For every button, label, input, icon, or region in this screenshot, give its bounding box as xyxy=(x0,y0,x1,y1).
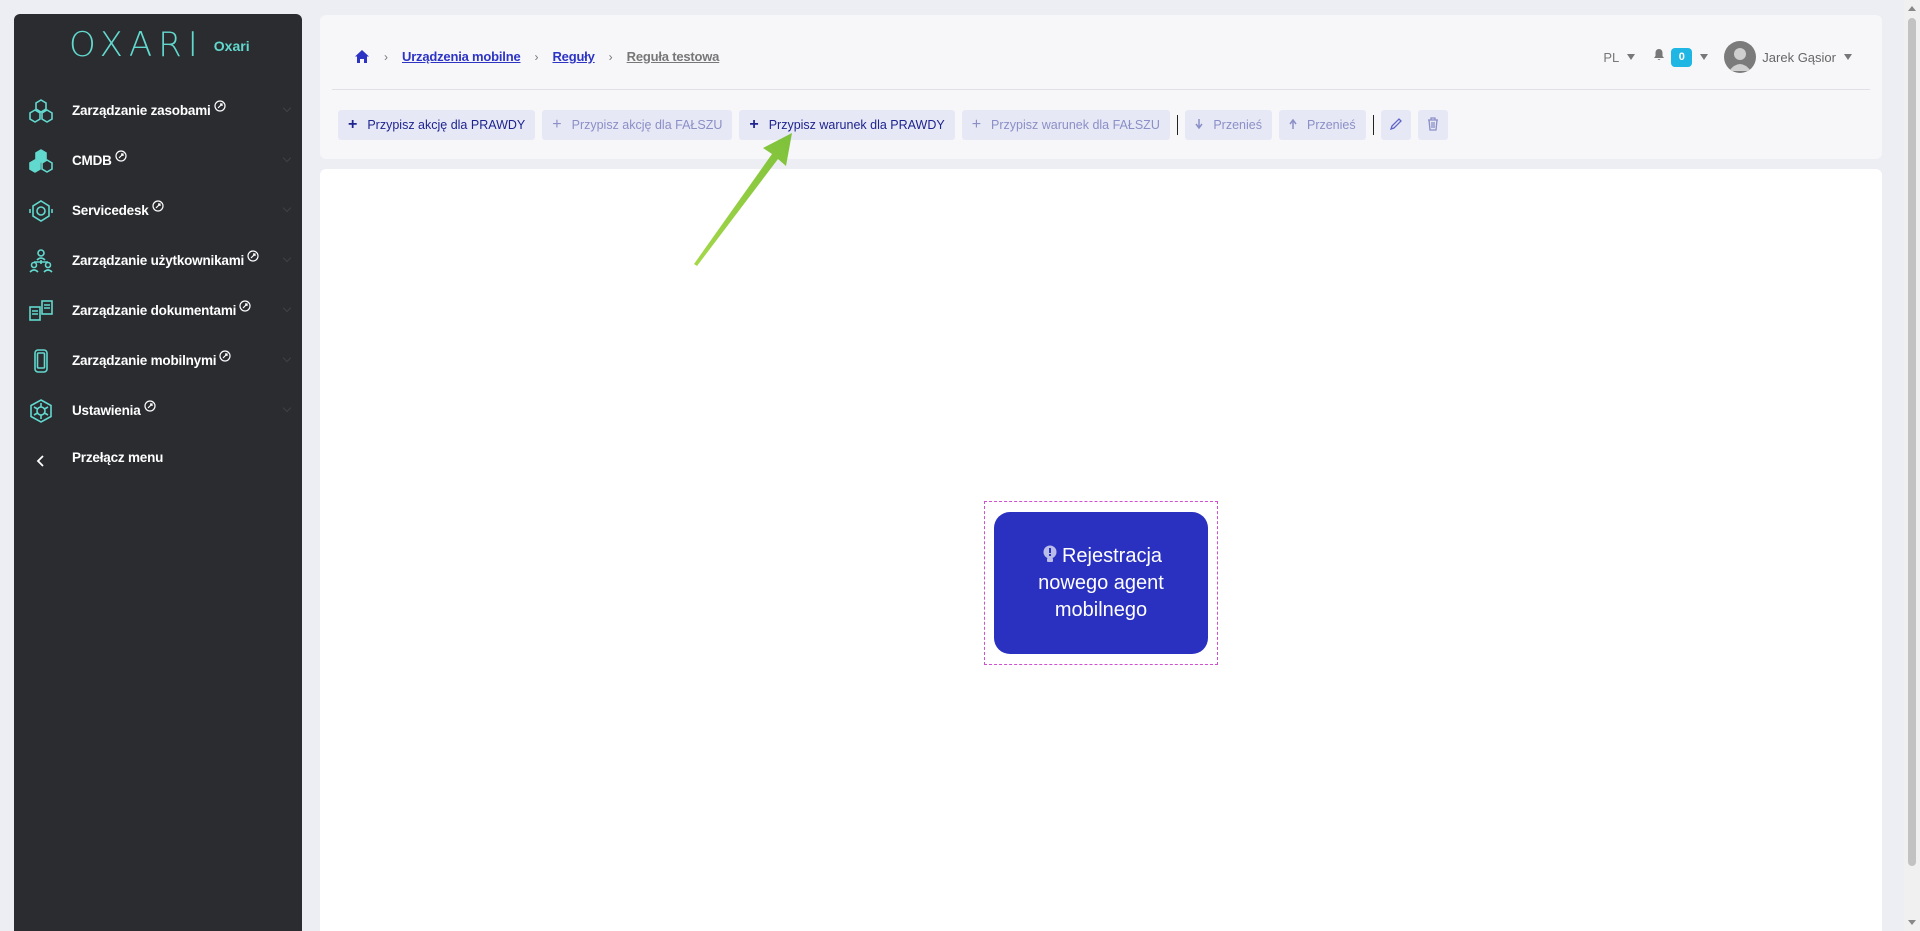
arrow-up-icon xyxy=(1289,118,1297,132)
pencil-icon xyxy=(1389,117,1403,134)
toggle-menu-button[interactable]: Przełącz menu xyxy=(14,436,302,486)
sidebar-item-cmdb[interactable]: CMDB xyxy=(14,136,302,186)
sidebar-item-label: CMDB xyxy=(72,150,127,168)
chevron-down-icon xyxy=(282,153,292,163)
chevron-right-icon: › xyxy=(534,49,539,64)
servicedesk-icon xyxy=(26,196,56,226)
bell-icon xyxy=(1653,48,1665,66)
settings-icon xyxy=(26,396,56,426)
scroll-up-icon[interactable] xyxy=(1908,6,1916,11)
sync-icon xyxy=(115,150,127,165)
toolbar: + Przypisz akcję dla PRAWDY + Przypisz a… xyxy=(338,110,1455,140)
sync-icon xyxy=(213,100,226,115)
logo-mark: OXARI xyxy=(69,25,204,65)
move-down-button[interactable]: Przenieś xyxy=(1185,110,1272,140)
avatar[interactable] xyxy=(1724,41,1757,73)
header-card: › Urządzenia mobilne › Reguły › Reguła t… xyxy=(320,15,1882,159)
language-label: PL xyxy=(1603,49,1620,65)
chevron-down-icon xyxy=(282,353,292,363)
breadcrumb-link-rules[interactable]: Reguły xyxy=(552,49,594,64)
sidebar-item-settings[interactable]: Ustawienia xyxy=(14,386,302,436)
chevron-down-icon xyxy=(282,303,292,313)
sidebar: OXARI Oxari Zarządzanie zasobami CMDB Se… xyxy=(14,14,302,931)
move-up-button[interactable]: Przenieś xyxy=(1278,110,1366,140)
rule-node-text: Rejestracja nowego agent mobilnego xyxy=(1038,544,1164,621)
page-scrollbar[interactable] xyxy=(1904,0,1920,931)
plus-icon: + xyxy=(749,116,759,133)
assets-icon xyxy=(26,96,56,126)
sidebar-item-label: Zarządzanie użytkownikami xyxy=(72,250,259,268)
toggle-menu-label: Przełącz menu xyxy=(72,449,164,465)
breadcrumb-current[interactable]: Reguła testowa xyxy=(627,49,720,64)
sidebar-nav: Zarządzanie zasobami CMDB Servicedesk Za… xyxy=(14,86,302,486)
language-selector[interactable]: PL xyxy=(1603,49,1636,65)
sidebar-item-assets[interactable]: Zarządzanie zasobami xyxy=(14,86,302,136)
assign-condition-false-button[interactable]: + Przypisz warunek dla FAŁSZU xyxy=(961,110,1170,140)
documents-icon xyxy=(26,296,56,326)
chevron-right-icon: › xyxy=(608,49,613,64)
sidebar-item-label: Ustawienia xyxy=(72,400,156,418)
sync-icon xyxy=(152,200,164,215)
topbar-right: PL 0 Jarek Gąsior xyxy=(1603,41,1852,73)
breadcrumb: › Urządzenia mobilne › Reguły › Reguła t… xyxy=(354,49,719,64)
sidebar-item-label: Zarządzanie mobilnymi xyxy=(72,350,231,368)
toolbar-separator xyxy=(1372,115,1375,135)
breadcrumb-link-mobile-devices[interactable]: Urządzenia mobilne xyxy=(402,49,521,64)
sidebar-item-label: Zarządzanie dokumentami xyxy=(72,300,251,318)
caret-down-icon xyxy=(1700,54,1709,60)
notifications-dropdown[interactable]: 0 xyxy=(1653,47,1709,67)
trash-icon xyxy=(1427,116,1439,134)
delete-button[interactable] xyxy=(1418,110,1449,140)
arrow-down-icon xyxy=(1195,118,1203,132)
sidebar-item-label: Zarządzanie zasobami xyxy=(72,100,226,118)
toolbar-separator xyxy=(1176,115,1179,135)
logo[interactable]: OXARI Oxari xyxy=(69,28,250,62)
user-menu-caret-icon[interactable] xyxy=(1844,54,1852,60)
edit-button[interactable] xyxy=(1381,110,1412,140)
sidebar-item-mobile[interactable]: Zarządzanie mobilnymi xyxy=(14,336,302,386)
sync-icon xyxy=(143,400,156,415)
scroll-down-icon[interactable] xyxy=(1908,920,1916,925)
home-icon[interactable] xyxy=(354,49,370,64)
sidebar-item-documents[interactable]: Zarządzanie dokumentami xyxy=(14,286,302,336)
chevron-down-icon xyxy=(282,203,292,213)
rule-node-selection-frame: Rejestracja nowego agent mobilnego xyxy=(984,501,1218,665)
lightbulb-icon xyxy=(1040,545,1062,567)
sidebar-item-users[interactable]: Zarządzanie użytkownikami xyxy=(14,236,302,286)
assign-action-false-button[interactable]: + Przypisz akcję dla FAŁSZU xyxy=(542,110,733,140)
users-icon xyxy=(26,246,56,276)
sync-icon xyxy=(239,300,251,315)
chevron-down-icon xyxy=(282,103,292,113)
plus-icon: + xyxy=(348,116,358,133)
rule-canvas: Rejestracja nowego agent mobilnego xyxy=(320,169,1882,931)
caret-down-icon xyxy=(1627,54,1636,60)
chevron-down-icon xyxy=(282,253,292,263)
user-name[interactable]: Jarek Gąsior xyxy=(1762,50,1836,65)
plus-icon: + xyxy=(971,116,982,133)
plus-icon: + xyxy=(552,116,562,133)
assign-action-true-button[interactable]: + Przypisz akcję dla PRAWDY xyxy=(338,110,536,140)
header-divider xyxy=(332,89,1870,90)
chevron-down-icon xyxy=(282,403,292,413)
chevron-right-icon: › xyxy=(384,49,388,64)
scroll-thumb[interactable] xyxy=(1908,18,1916,866)
mobile-icon xyxy=(26,346,56,376)
sidebar-item-label: Servicedesk xyxy=(72,200,164,218)
logo-name: Oxari xyxy=(213,38,250,54)
sync-icon xyxy=(247,250,259,265)
cmdb-icon xyxy=(26,146,56,176)
chevron-left-icon xyxy=(26,446,56,476)
assign-condition-true-button[interactable]: + Przypisz warunek dla PRAWDY xyxy=(739,110,955,140)
sync-icon xyxy=(219,350,231,365)
sidebar-item-servicedesk[interactable]: Servicedesk xyxy=(14,186,302,236)
notification-count-badge: 0 xyxy=(1671,47,1693,67)
rule-node[interactable]: Rejestracja nowego agent mobilnego xyxy=(994,512,1208,654)
